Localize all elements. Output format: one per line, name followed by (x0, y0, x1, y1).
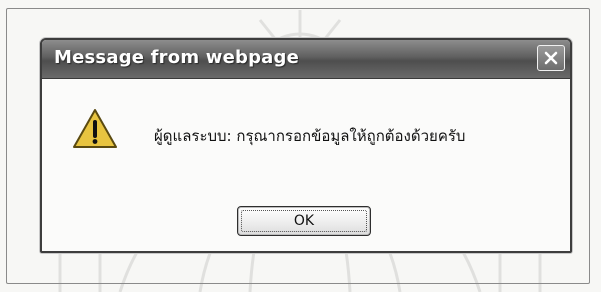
dialog-title: Message from webpage (54, 47, 299, 68)
ok-button[interactable]: OK (237, 206, 371, 236)
close-icon (544, 51, 558, 65)
ok-button-label: OK (293, 213, 315, 229)
dialog-message: ผู้ดูแลระบบ: กรุณากรอกข้อมูลให้ถูกต้องด้… (154, 127, 466, 145)
close-button[interactable] (537, 45, 565, 71)
dialog-titlebar[interactable]: Message from webpage (42, 40, 570, 79)
message-dialog: Message from webpage ผู้ดูแลระบบ: กรุณาก… (40, 38, 572, 253)
warning-icon (73, 109, 117, 148)
dialog-body: ผู้ดูแลระบบ: กรุณากรอกข้อมูลให้ถูกต้องด้… (42, 79, 570, 251)
